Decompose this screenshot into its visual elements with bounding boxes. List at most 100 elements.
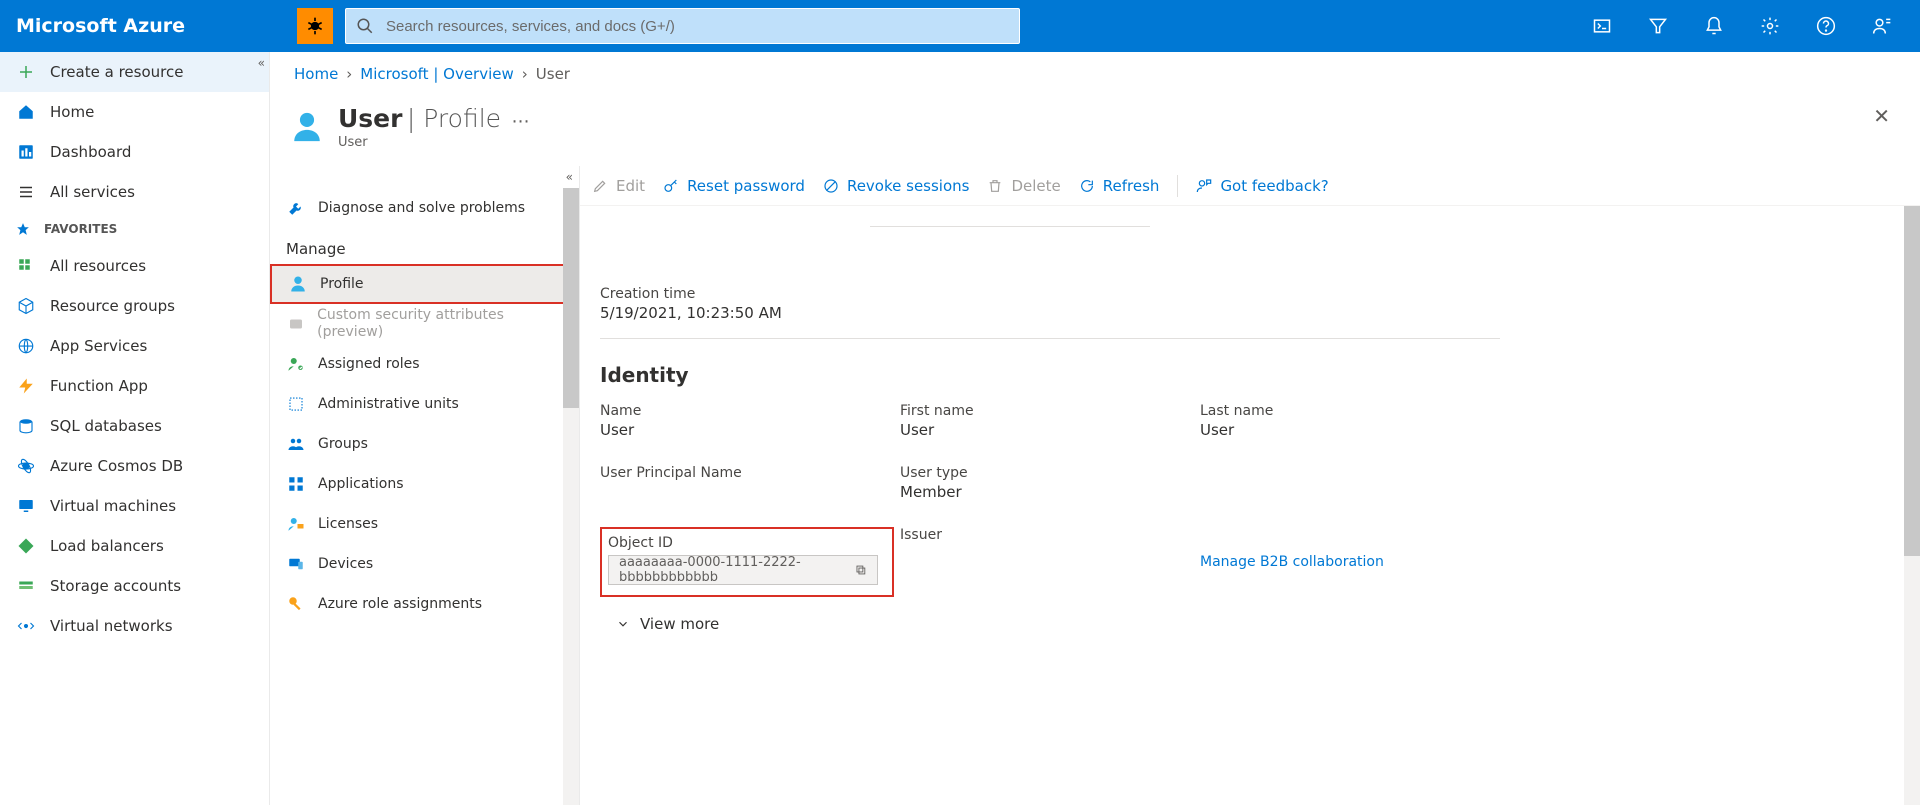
brand-logo[interactable]: Microsoft Azure: [16, 15, 185, 37]
menu-azure-roles[interactable]: Azure role assignments: [270, 584, 579, 624]
upn-label: User Principal Name: [600, 465, 900, 481]
sidebar-fav-vm[interactable]: Virtual machines: [0, 486, 269, 526]
manage-b2b-link[interactable]: Manage B2B collaboration: [1200, 554, 1384, 570]
sidebar-item-home[interactable]: Home: [0, 92, 269, 132]
help-icon[interactable]: [1804, 0, 1848, 52]
breadcrumb-separator-icon: ›: [522, 65, 528, 83]
star-icon: [16, 222, 30, 236]
load-balancer-icon: [16, 536, 36, 556]
bug-icon[interactable]: [297, 8, 333, 44]
list-icon: [16, 182, 36, 202]
breadcrumb: Home › Microsoft | Overview › User: [270, 52, 1920, 96]
breadcrumb-overview[interactable]: Microsoft | Overview: [360, 65, 513, 83]
collapse-menu-icon[interactable]: «: [558, 166, 579, 188]
sidebar-fav-lb[interactable]: Load balancers: [0, 526, 269, 566]
collapse-sidebar-icon[interactable]: «: [258, 56, 263, 70]
menu-item-label: Devices: [318, 556, 373, 572]
filter-icon[interactable]: [1636, 0, 1680, 52]
last-name-label: Last name: [1200, 403, 1500, 419]
menu-item-label: Applications: [318, 476, 404, 492]
notifications-icon[interactable]: [1692, 0, 1736, 52]
object-id-highlight: Object ID aaaaaaaa-0000-1111-2222-bbbbbb…: [600, 527, 894, 597]
more-menu-icon[interactable]: ⋯: [505, 111, 529, 132]
menu-profile[interactable]: Profile: [270, 264, 579, 304]
cmd-label: Refresh: [1103, 177, 1160, 195]
menu-item-label: Assigned roles: [318, 356, 420, 372]
copy-icon[interactable]: [855, 563, 867, 577]
dashboard-icon: [16, 142, 36, 162]
first-name-label: First name: [900, 403, 1200, 419]
sidebar-item-dashboard[interactable]: Dashboard: [0, 132, 269, 172]
separator: [1177, 175, 1178, 197]
sql-icon: [16, 416, 36, 436]
sidebar-fav-resource-groups[interactable]: Resource groups: [0, 286, 269, 326]
creation-time-label: Creation time: [600, 286, 900, 302]
sidebar-item-label: All services: [50, 183, 135, 201]
menu-admin-units[interactable]: Administrative units: [270, 384, 579, 424]
view-more-toggle[interactable]: View more: [616, 615, 1900, 633]
menu-diagnose[interactable]: Diagnose and solve problems: [270, 188, 579, 228]
divider: [870, 226, 1150, 227]
sidebar-fav-function-app[interactable]: Function App: [0, 366, 269, 406]
last-name-value: User: [1200, 421, 1500, 439]
menu-assigned-roles[interactable]: Assigned roles: [270, 344, 579, 384]
sidebar-item-label: Function App: [50, 377, 148, 395]
menu-item-label: Profile: [320, 276, 364, 292]
sidebar-fav-all-resources[interactable]: All resources: [0, 246, 269, 286]
scrollbar-thumb[interactable]: [563, 188, 579, 408]
close-icon[interactable]: ✕: [1873, 104, 1890, 128]
sidebar-item-label: Load balancers: [50, 537, 164, 555]
person-feedback-icon: [1196, 178, 1212, 194]
command-bar: Edit Reset password Revoke sessions Dele…: [580, 166, 1920, 206]
admin-icon: [286, 394, 306, 414]
sidebar-fav-app-services[interactable]: App Services: [0, 326, 269, 366]
key-icon: [663, 178, 679, 194]
menu-item-label: Custom security attributes (preview): [317, 307, 563, 341]
sidebar-item-label: Home: [50, 103, 94, 121]
name-label: Name: [600, 403, 900, 419]
trash-icon: [987, 178, 1003, 194]
bolt-icon: [16, 376, 36, 396]
resource-menu: « Diagnose and solve problems Manage Pro…: [270, 166, 580, 805]
cmd-revoke[interactable]: Revoke sessions: [823, 177, 970, 195]
menu-applications[interactable]: Applications: [270, 464, 579, 504]
breadcrumb-home[interactable]: Home: [294, 65, 338, 83]
search-input[interactable]: [384, 17, 1019, 36]
first-name-value: User: [900, 421, 1200, 439]
sidebar-fav-storage[interactable]: Storage accounts: [0, 566, 269, 606]
user-icon: [288, 274, 308, 294]
sidebar-item-label: Dashboard: [50, 143, 131, 161]
sidebar-fav-sql[interactable]: SQL databases: [0, 406, 269, 446]
menu-item-label: Licenses: [318, 516, 378, 532]
cmd-label: Delete: [1011, 177, 1060, 195]
breadcrumb-current: User: [536, 65, 570, 83]
search-box[interactable]: [345, 8, 1020, 44]
user-type-value: Member: [900, 483, 1200, 501]
sidebar-item-label: Virtual networks: [50, 617, 173, 635]
sidebar-item-label: Azure Cosmos DB: [50, 457, 183, 475]
cmd-label: Revoke sessions: [847, 177, 970, 195]
plus-icon: [16, 62, 36, 82]
user-type-label: User type: [900, 465, 1200, 481]
menu-licenses[interactable]: Licenses: [270, 504, 579, 544]
content-area: Creation time 5/19/2021, 10:23:50 AM Ide…: [580, 206, 1920, 805]
sidebar-item-all-services[interactable]: All services: [0, 172, 269, 212]
page-type: User: [338, 135, 529, 150]
cmd-refresh[interactable]: Refresh: [1079, 177, 1160, 195]
sidebar-fav-cosmos[interactable]: Azure Cosmos DB: [0, 446, 269, 486]
content-scrollbar-thumb[interactable]: [1904, 206, 1920, 556]
divider: [600, 338, 1500, 339]
cmd-delete: Delete: [987, 177, 1060, 195]
sidebar-fav-vnet[interactable]: Virtual networks: [0, 606, 269, 646]
menu-groups[interactable]: Groups: [270, 424, 579, 464]
cmd-reset-password[interactable]: Reset password: [663, 177, 805, 195]
settings-icon[interactable]: [1748, 0, 1792, 52]
create-resource[interactable]: Create a resource: [0, 52, 269, 92]
cmd-feedback[interactable]: Got feedback?: [1196, 177, 1328, 195]
menu-devices[interactable]: Devices: [270, 544, 579, 584]
feedback-person-icon[interactable]: [1860, 0, 1904, 52]
roles-icon: [286, 354, 306, 374]
groups-icon: [286, 434, 306, 454]
cloud-shell-icon[interactable]: [1580, 0, 1624, 52]
right-pane: Home › Microsoft | Overview › User User …: [270, 52, 1920, 805]
